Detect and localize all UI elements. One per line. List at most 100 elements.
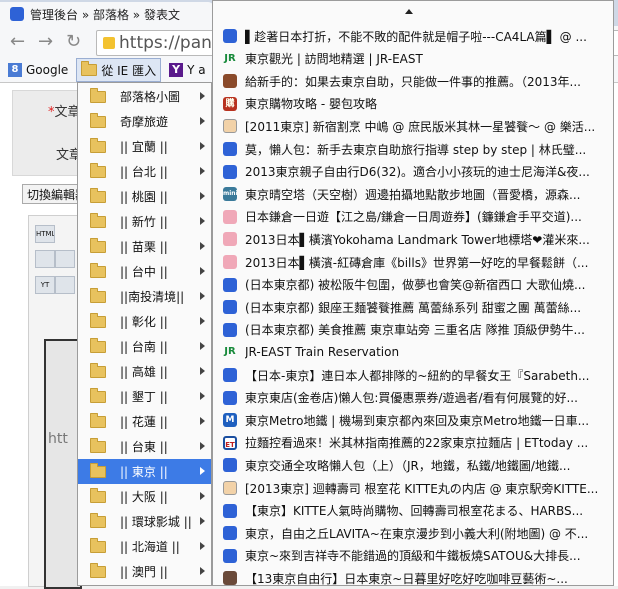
folder-menu-item[interactable]: ||南投清境|| <box>78 284 211 309</box>
folder-menu-item[interactable]: || 北海道 || <box>78 534 211 559</box>
lock-icon <box>103 37 115 49</box>
folder-menu-item[interactable]: || 花蓮 || <box>78 409 211 434</box>
folder-menu-item[interactable]: || 大阪 || <box>78 484 211 509</box>
bookmark-list-item[interactable]: ET 拉麵控看過來！米其林指南推薦的22家東京拉麵店 | ETtoday ... <box>213 432 613 454</box>
bookmark-list-item[interactable]: mini 東京晴空塔（天空樹）週邊拍攝地點散步地圖（晋愛橋，源森... <box>213 183 613 205</box>
back-arrow-icon[interactable]: ← <box>10 33 25 51</box>
bookmark-folder-menu: 部落格小圖 奇摩旅遊 || 宜蘭 || || 台北 || || 桃園 || || 新竹 |… <box>77 82 212 586</box>
folder-icon <box>90 262 106 278</box>
bookmark-list-item[interactable]: 2013日本▌橫濱Yokohama Landmark Tower地標塔❤灌米來.… <box>213 228 613 250</box>
bookmark-list-item-label: 2013日本▌橫濱Yokohama Landmark Tower地標塔❤灌米來.… <box>245 232 590 247</box>
forward-arrow-icon[interactable]: → <box>38 33 53 51</box>
editor-watermark: htt <box>48 431 68 447</box>
bookmark-list-item[interactable]: [2011東京] 新宿割烹 中嶋 @ 庶民版米其林一星饕餮～ @ 樂活... <box>213 115 613 137</box>
folder-menu-item[interactable]: || 苗栗 || <box>78 234 211 259</box>
bookmark-yahoo[interactable]: Y Y a <box>165 59 210 81</box>
bookmark-list-item[interactable]: 莫，懶人包：新手去東京自助旅行指導 step by step | 林氏璧... <box>213 138 613 160</box>
bookmark-list-item[interactable]: 給新手的：如果去東京自助，只能做一件事的推薦。（2013年... <box>213 70 613 92</box>
bookmark-list-item[interactable]: 東京，自由之丘LAVITA~在東京漫步到小義大利(附地圖) @ 不... <box>213 522 613 544</box>
red-favicon-icon: 購 <box>223 96 237 111</box>
folder-icon <box>90 537 106 553</box>
folder-menu-item[interactable]: || 台中 || <box>78 259 211 284</box>
submenu-arrow-icon <box>200 517 205 525</box>
folder-menu-item[interactable]: 奇摩旅遊 <box>78 109 211 134</box>
bookmark-list-item[interactable]: M 東京Metro地鐵 | 機場到東京都內來回及東京Metro地鐵一日車... <box>213 409 613 431</box>
folder-menu-item[interactable]: || 台北 || <box>78 159 211 184</box>
bookmark-list-menu: ▌趁著日本打折，不能不敗的配件就是帽子啦---CA4LA篇▌ @ ... JR 東京… <box>212 0 614 586</box>
bookmark-list-item[interactable]: [2013東京] 迴轉壽司 根室花 KITTE丸の内店 @ 東京駅旁KITTE.… <box>213 477 613 499</box>
folder-menu-item[interactable]: 部落格小圖 <box>78 84 211 109</box>
bookmark-list-item[interactable]: (日本東京都) 銀座王麵饕餮推薦 萬蕾絲系列 甜蜜之團 萬蕾絲... <box>213 296 613 318</box>
bookmark-list-item[interactable]: 2013日本▌橫濱-紅磚倉庫《bills》世界第一好吃的早餐鬆餅（... <box>213 251 613 273</box>
submenu-arrow-icon <box>200 92 205 100</box>
folder-menu-item-label: || 台東 || <box>120 440 168 454</box>
folder-menu-item[interactable]: || 台東 || <box>78 434 211 459</box>
bookmark-list-item[interactable]: 2013東京親子自由行D6(32)。適合小小孩玩的迪士尼海洋&夜... <box>213 161 613 183</box>
bookmark-list-item[interactable]: 日本鎌倉一日遊【江之島/鎌倉一日周遊券】(鐮鎌倉手平交道)... <box>213 206 613 228</box>
bookmark-list-item-label: 【日本-東京】連日本人都排隊的~紐約的早餐女王『Sarabeth... <box>245 368 590 383</box>
bookmark-list-item[interactable]: 東京~來到吉祥寺不能錯過的頂級和牛鐵板燒SATOU&大排長... <box>213 545 613 567</box>
bookmark-list-item[interactable]: 東京東店(金卷店)懶人包:買優惠票券/遊過者/看有何展覽的好... <box>213 387 613 409</box>
bookmark-list-item[interactable]: 【日本-東京】連日本人都排隊的~紐約的早餐女王『Sarabeth... <box>213 364 613 386</box>
submenu-arrow-icon <box>200 367 205 375</box>
folder-menu-item[interactable]: || 彰化 || <box>78 309 211 334</box>
folder-menu-item[interactable]: || 宜蘭 || <box>78 134 211 159</box>
folder-icon <box>90 137 106 153</box>
blue-favicon-icon <box>223 277 237 292</box>
blue-favicon-icon <box>223 322 237 337</box>
jr-favicon-icon: JR <box>224 52 236 64</box>
submenu-arrow-icon <box>200 317 205 325</box>
folder-menu-item[interactable]: || 墾丁 || <box>78 384 211 409</box>
folder-menu-item[interactable]: || 澳門 || <box>78 559 211 584</box>
submenu-arrow-icon <box>200 342 205 350</box>
submenu-arrow-icon <box>200 442 205 450</box>
bookmark-list-item[interactable]: 【東京】KITTE人氣時尚購物、回轉壽司根室花まる、HARBS... <box>213 500 613 522</box>
folder-menu-item-label: || 花蓮 || <box>120 415 168 429</box>
folder-menu-item[interactable]: || 環球影城 || <box>78 509 211 534</box>
folder-icon <box>90 87 106 103</box>
folder-menu-item-label: || 宜蘭 || <box>120 140 168 154</box>
bookmark-google[interactable]: 8 Google <box>4 59 72 81</box>
folder-menu-item[interactable]: || 高雄 || <box>78 359 211 384</box>
folder-menu-item-label: || 東京 || <box>120 465 168 479</box>
bookmark-list-item[interactable]: JR JR-EAST Train Reservation <box>213 341 613 363</box>
bookmark-folder-ie-import[interactable]: 從 IE 匯入 <box>76 58 162 82</box>
bookmark-list-item[interactable]: (日本東京都) 美食推薦 東京車站旁 三重名店 隊推 頂級伊勢牛... <box>213 319 613 341</box>
folder-menu-item-label: || 墾丁 || <box>120 390 168 404</box>
bookmark-list-item[interactable]: 東京交通全攻略懶人包（上）（JR，地鐵，私鐵/地鐵圖/地鐵... <box>213 454 613 476</box>
bookmark-list-item[interactable]: 【13東京自由行】日本東京~日暮里好吃好吃咖啡豆藝術~... <box>213 567 613 585</box>
submenu-arrow-icon <box>200 417 205 425</box>
pink-favicon-icon <box>223 255 237 269</box>
pink-favicon-icon <box>223 232 237 247</box>
folder-menu-item[interactable]: || 東京 || <box>78 459 211 484</box>
folder-menu-item-label: || 高雄 || <box>120 365 168 379</box>
html-icon[interactable]: HTML <box>35 225 55 243</box>
bookmark-list-item[interactable]: JR 東京觀光 | 訪問地精選 | JR-EAST <box>213 48 613 70</box>
folder-menu-item[interactable]: || 新竹 || <box>78 209 211 234</box>
folder-menu-item-label: || 台北 || <box>120 165 168 179</box>
folder-icon <box>90 462 106 478</box>
bookmark-list-item[interactable]: (日本東京都) 被松阪牛包圍，做夢也會笑@新宿西口 大歌仙燒... <box>213 274 613 296</box>
submenu-arrow-icon <box>200 267 205 275</box>
folder-menu-item[interactable]: || 桃園 || <box>78 184 211 209</box>
insert-link-icon[interactable] <box>55 250 75 268</box>
blue-favicon-icon <box>223 368 237 382</box>
browser-tab[interactable]: 管理後台 » 部落格 » 發表文 <box>0 2 214 26</box>
reload-icon[interactable]: ↻ <box>66 33 81 51</box>
face-favicon-icon <box>223 481 237 495</box>
bookmark-list-item-label: [2013東京] 迴轉壽司 根室花 KITTE丸の内店 @ 東京駅旁KITTE.… <box>245 481 599 496</box>
face-favicon-icon <box>223 119 237 134</box>
folder-menu-item[interactable]: || 台南 || <box>78 334 211 359</box>
bookmark-list-item[interactable]: 購東京購物攻略 - 嬰包攻略 <box>213 93 613 115</box>
bookmark-list-item-label: 東京晴空塔（天空樹）週邊拍攝地點散步地圖（晋愛橋，源森... <box>245 187 581 202</box>
bookmark-list-item-label: 東京觀光 | 訪問地精選 | JR-EAST <box>245 52 423 67</box>
bookmark-list-item[interactable]: ▌趁著日本打折，不能不敗的配件就是帽子啦---CA4LA篇▌ @ ... <box>213 25 613 47</box>
insert-image-icon[interactable] <box>35 250 55 268</box>
folder-icon <box>90 162 106 178</box>
folder-menu-item-label: || 桃園 || <box>120 190 168 204</box>
menu-scroll-up[interactable] <box>213 1 613 23</box>
blue-favicon-icon <box>223 548 237 563</box>
insert-media-icon[interactable] <box>55 276 75 294</box>
youtube-icon[interactable]: YT <box>35 276 55 294</box>
bookmark-list-item-label: 東京，自由之丘LAVITA~在東京漫步到小義大利(附地圖) @ 不... <box>245 526 589 541</box>
